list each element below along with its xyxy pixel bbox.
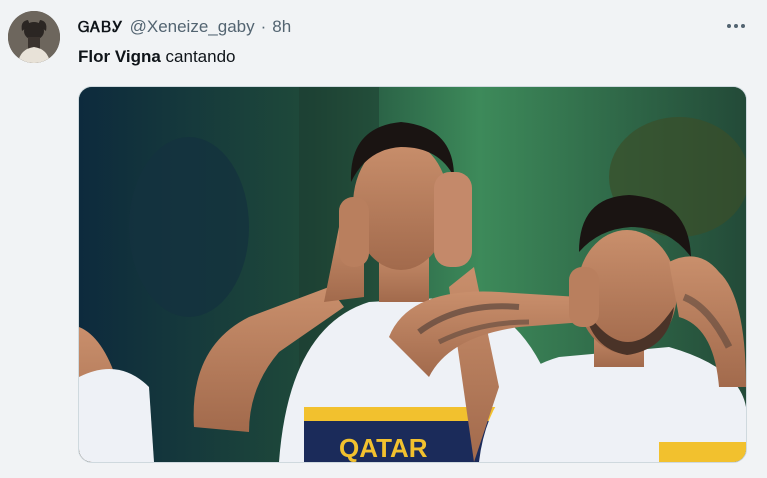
user-handle[interactable]: @Xeneize_gaby [130, 17, 255, 37]
tweet-media[interactable]: QATAR [78, 86, 747, 463]
tweet-text: Flor Vigna cantando [78, 47, 236, 67]
separator: · [260, 17, 267, 36]
shirt-sponsor-text: QATAR [339, 433, 428, 462]
tweet-photo: QATAR [79, 87, 746, 462]
more-horizontal-icon[interactable] [724, 16, 748, 36]
display-name[interactable]: ᏀᎪᏴᎩ [78, 19, 124, 36]
avatar[interactable] [8, 11, 60, 63]
avatar-image [8, 11, 60, 63]
tweet-text-rest: cantando [160, 47, 236, 66]
tweet-header: ᏀᎪᏴᎩ @Xeneize_gaby · 8h [78, 16, 291, 38]
tweet-text-bold: Flor Vigna [78, 47, 161, 66]
tweet-card[interactable]: ᏀᎪᏴᎩ @Xeneize_gaby · 8h Flor Vigna canta… [0, 0, 767, 478]
timestamp[interactable]: 8h [272, 17, 291, 37]
